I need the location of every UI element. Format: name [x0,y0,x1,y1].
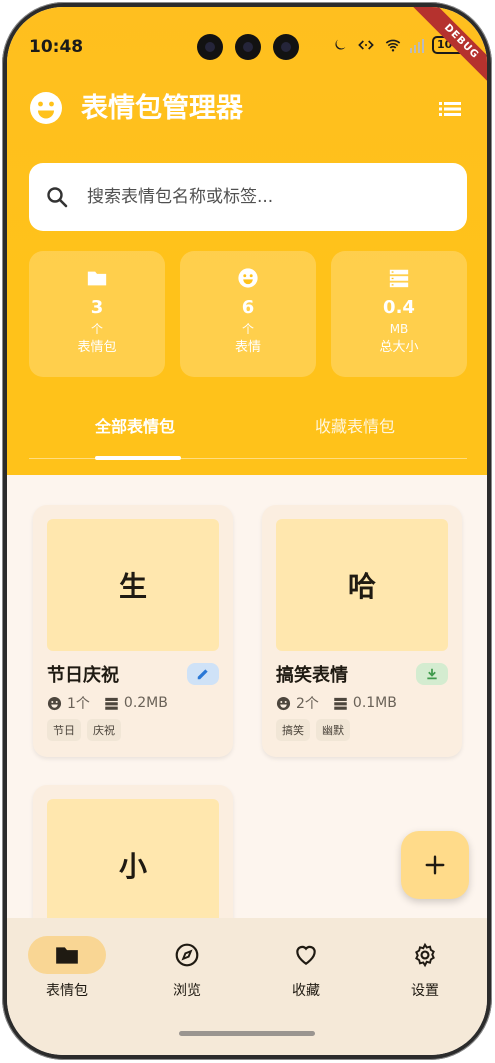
stat-card-packs: 3 个 表情包 [29,251,165,377]
status-bar: 10:48 100 DEBUG [7,7,487,91]
tab-favorite-packs[interactable]: 收藏表情包 [315,413,395,437]
tag[interactable]: 庆祝 [87,719,121,741]
tab-indicator [95,456,181,460]
heart-icon [296,945,316,965]
page-title: 表情包管理器 [81,93,243,124]
screen: 10:48 100 DEBUG 表情包管理器 搜索表情包名称或标签... 3 个… [7,7,487,1055]
add-pack-button[interactable] [401,831,469,899]
nav-item-browse[interactable]: 浏览 [137,936,237,1000]
tag[interactable]: 节日 [47,719,81,741]
tab-bar: 全部表情包 收藏表情包 [29,407,467,460]
pack-tags: 搞笑 幽默 [276,719,350,741]
stat-value: 3 [90,297,104,318]
stat-card-emojis: 6 个 表情 [180,251,316,377]
edit-icon [197,669,208,680]
pack-card[interactable]: 哈 搞笑表情 2个 0.1MB 搞笑 幽默 [262,505,462,757]
pack-thumbnail: 哈 [276,519,448,651]
pack-meta: 2个 0.1MB [276,693,397,713]
storage-icon [334,697,347,710]
nav-label: 表情包 [46,983,88,999]
plus-icon [425,855,445,875]
pack-name: 搞笑表情 [276,665,348,686]
pack-thumbnail: 生 [47,519,219,651]
wifi-icon [385,39,401,52]
pack-name: 节日庆祝 [47,665,119,686]
search-input[interactable] [87,187,447,207]
compass-icon [175,943,199,967]
download-button[interactable] [416,663,448,685]
app-bar: 表情包管理器 [29,91,465,131]
stat-unit: 个 [241,322,254,336]
nav-label: 收藏 [292,983,320,999]
header: 10:48 100 DEBUG 表情包管理器 搜索表情包名称或标签... 3 个… [7,7,487,475]
home-indicator[interactable] [179,1031,315,1036]
search-bar[interactable] [29,163,467,231]
nav-item-settings[interactable]: 设置 [375,936,475,1000]
pack-count: 2个 [296,696,319,712]
stats-row: 3 个 表情包 6 个 表情 0.4 MB 总大小 [29,251,467,377]
list-menu-icon[interactable] [439,99,461,119]
status-time: 10:48 [29,37,84,57]
smiley-icon [238,268,258,288]
pack-size: 0.1MB [352,695,397,711]
camera-dot-icon [273,34,299,60]
pack-meta: 1个 0.2MB [47,693,168,713]
storage-icon [389,269,409,288]
storage-icon [105,697,118,710]
signal-icon [410,39,425,53]
moon-icon [335,39,346,50]
gear-icon [415,942,435,968]
pack-thumbnail: 小 [47,799,219,931]
folder-icon [56,947,78,964]
search-icon [47,187,68,208]
stat-label: 总大小 [379,340,419,355]
tab-all-packs[interactable]: 全部表情包 [95,413,175,437]
stat-label: 表情包 [77,340,117,355]
tag[interactable]: 搞笑 [276,719,310,741]
pack-size: 0.2MB [123,695,168,711]
nav-item-favorites[interactable]: 收藏 [256,936,356,1000]
stat-value: 6 [241,297,255,318]
stat-unit: MB [389,322,409,336]
stat-label: 表情 [234,340,261,355]
code-icon [358,40,374,50]
edit-button[interactable] [187,663,219,685]
nav-active-indicator [28,936,106,974]
stat-unit: 个 [90,322,103,336]
smiley-logo-icon [30,92,62,124]
nav-label: 浏览 [173,983,201,999]
tag[interactable]: 幽默 [316,719,350,741]
stat-value: 0.4 [383,297,415,318]
camera-dot-icon [197,34,223,60]
pack-count: 1个 [67,696,90,712]
pack-tags: 节日 庆祝 [47,719,121,741]
smiley-icon [276,696,291,710]
folder-icon [87,271,107,286]
download-icon [427,668,437,680]
pack-card[interactable]: 生 节日庆祝 1个 0.2MB 节日 庆祝 [33,505,233,757]
stat-card-size: 0.4 MB 总大小 [331,251,467,377]
device-frame: 10:48 100 DEBUG 表情包管理器 搜索表情包名称或标签... 3 个… [2,2,492,1060]
smiley-icon [47,696,62,710]
camera-dot-icon [235,34,261,60]
nav-label: 设置 [411,983,439,999]
nav-item-packs[interactable]: 表情包 [17,936,117,1000]
